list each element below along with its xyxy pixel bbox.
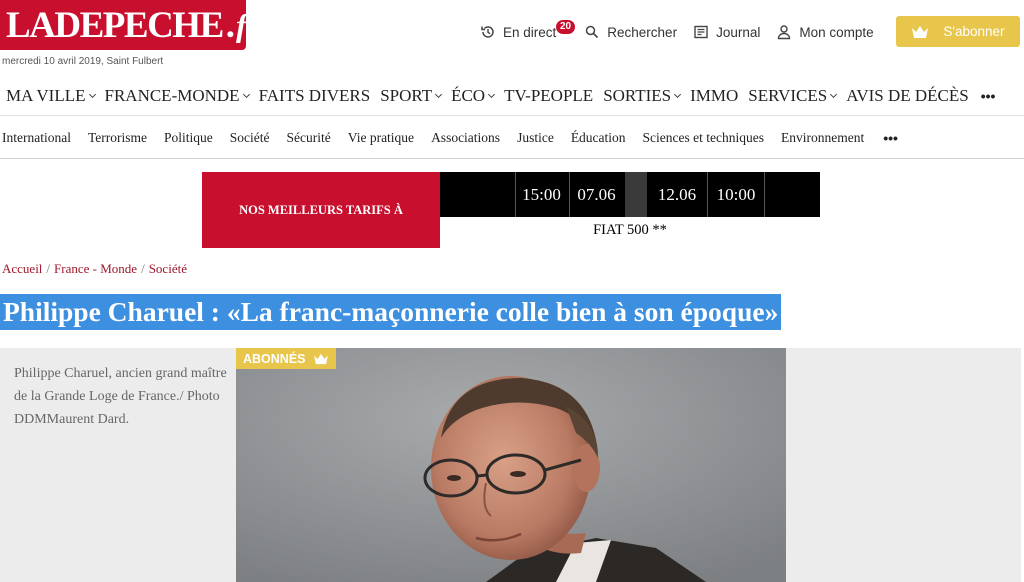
subnav-item-associations[interactable]: Associations: [431, 130, 500, 146]
nav-more-button[interactable]: •••: [981, 88, 996, 104]
newspaper-icon: [694, 25, 708, 39]
nav-item-services[interactable]: SERVICES: [748, 85, 838, 106]
logo-dot: .: [225, 4, 236, 46]
subnav-item-securite[interactable]: Sécurité: [287, 130, 331, 146]
breadcrumb-subsection[interactable]: Société: [149, 261, 187, 276]
subnav-item-politique[interactable]: Politique: [164, 130, 213, 146]
subnav-item-terrorisme[interactable]: Terrorisme: [88, 130, 147, 146]
journal-button[interactable]: Journal: [693, 24, 760, 40]
nav-label: IMMO: [690, 85, 739, 105]
nav-label: FAITS DIVERS: [258, 85, 371, 105]
crown-icon: [313, 353, 328, 364]
nav-item-france-monde[interactable]: FRANCE-MONDE: [104, 85, 250, 106]
subnav-item-international[interactable]: International: [2, 130, 71, 146]
subscribers-badge-label: ABONNÉS: [243, 351, 306, 366]
article-title: Philippe Charuel : «La franc-maçonnerie …: [0, 294, 782, 330]
ad-time-1: 15:00: [522, 184, 561, 204]
chevron-down-icon: [435, 90, 443, 98]
subnav-item-vie-pratique[interactable]: Vie pratique: [348, 130, 414, 146]
nav-label: SERVICES: [748, 85, 828, 105]
main-nav: MA VILLE FRANCE-MONDE FAITS DIVERS SPORT…: [0, 76, 1024, 116]
nav-label: SORTIES: [603, 85, 672, 105]
journal-label: Journal: [716, 24, 761, 40]
account-button[interactable]: Mon compte: [776, 24, 874, 40]
chevron-down-icon: [242, 90, 250, 98]
ad-headline: NOS MEILLEURS TARIFS À: [202, 172, 440, 248]
subscribers-badge: ABONNÉS: [236, 348, 336, 369]
nav-label: ÉCO: [451, 85, 486, 105]
history-icon: [481, 26, 494, 38]
top-actions: En direct 20 Rechercher Journal Mon comp…: [480, 14, 890, 50]
nav-label: SPORT: [380, 85, 433, 105]
chevron-down-icon: [830, 90, 838, 98]
logo-text: LADEPECHE: [6, 4, 224, 46]
subnav-item-societe[interactable]: Société: [230, 130, 270, 146]
ad-schedule-bar: 15:00 07.06 12.06 10:00: [440, 172, 820, 217]
nav-item-sport[interactable]: SPORT: [380, 85, 443, 106]
logo-tld: fr: [236, 7, 260, 43]
chevron-down-icon: [88, 90, 96, 98]
nav-label: MA VILLE: [6, 85, 86, 105]
search-label: Rechercher: [607, 24, 678, 40]
nav-item-eco[interactable]: ÉCO: [451, 85, 496, 106]
breadcrumb-home[interactable]: Accueil: [2, 261, 42, 276]
site-logo[interactable]: LADEPECHE . fr: [0, 0, 259, 50]
search-icon: [586, 25, 599, 39]
live-count-badge: 20: [556, 20, 576, 34]
breadcrumb-separator: /: [141, 261, 145, 276]
article-figure: Philippe Charuel, ancien grand maître de…: [0, 348, 1021, 582]
ad-time-2: 10:00: [716, 184, 756, 204]
nav-item-tv-people[interactable]: TV-PEOPLE: [504, 86, 593, 106]
breadcrumb-separator: /: [46, 261, 51, 276]
nav-label: AVIS DE DÉCÈS: [846, 85, 969, 105]
sub-nav: International Terrorisme Politique Socié…: [0, 117, 1024, 159]
ad-car-model: FIAT 500 **: [593, 222, 667, 238]
subnav-more-button[interactable]: •••: [883, 130, 898, 146]
portrait-illustration: [236, 348, 786, 582]
nav-item-faits-divers[interactable]: FAITS DIVERS: [259, 86, 371, 106]
nav-label: FRANCE-MONDE: [104, 85, 240, 105]
photo-caption: Philippe Charuel, ancien grand maître de…: [14, 366, 227, 427]
ad-date-2: 12.06: [657, 184, 697, 204]
live-button[interactable]: En direct 20: [480, 20, 576, 40]
nav-item-avis-de-deces[interactable]: AVIS DE DÉCÈS: [846, 86, 968, 106]
subscribe-label: S'abonner: [943, 24, 1005, 39]
breadcrumb: Accueil / France - Monde / Société: [2, 261, 187, 277]
user-icon: [778, 25, 791, 40]
nav-label: TV-PEOPLE: [504, 85, 594, 105]
article-photo[interactable]: [236, 348, 786, 582]
nav-item-sorties[interactable]: SORTIES: [603, 85, 682, 106]
subscribe-button[interactable]: S'abonner: [896, 16, 1020, 47]
ad-gap: [625, 172, 647, 217]
breadcrumb-section[interactable]: France - Monde: [54, 261, 137, 276]
account-label: Mon compte: [799, 24, 874, 40]
subnav-item-education[interactable]: Éducation: [571, 130, 626, 146]
date-line: mercredi 10 avril 2019, Saint Fulbert: [2, 56, 164, 67]
chevron-down-icon: [674, 90, 682, 98]
chevron-down-icon: [488, 90, 496, 98]
subnav-item-environnement[interactable]: Environnement: [781, 130, 864, 146]
ad-date-1: 07.06: [577, 184, 616, 204]
subnav-item-justice[interactable]: Justice: [517, 130, 554, 146]
nav-item-immo[interactable]: IMMO: [690, 86, 738, 106]
advertisement-banner[interactable]: NOS MEILLEURS TARIFS À 15:00 07.06 12.06…: [202, 172, 820, 248]
live-label: En direct: [503, 24, 557, 40]
subnav-item-sciences[interactable]: Sciences et techniques: [643, 130, 764, 146]
nav-item-ma-ville[interactable]: MA VILLE: [6, 85, 96, 106]
ad-divider: [764, 172, 765, 217]
search-button[interactable]: Rechercher: [584, 24, 677, 40]
crown-icon: [912, 25, 929, 38]
